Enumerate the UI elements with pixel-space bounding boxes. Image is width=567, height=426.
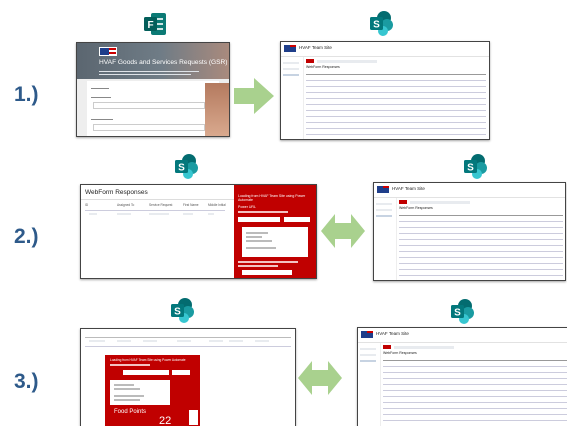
form-title: HVAF Goods and Services Requests (GSR) (99, 59, 228, 66)
sharepoint-icon: S (464, 154, 487, 179)
list-title: WebForm Responses (383, 351, 417, 355)
panel-heading: Loading from HVAF Team Site using Power … (110, 358, 186, 362)
forms-screenshot: HVAF Goods and Services Requests (GSR) (76, 42, 230, 137)
svg-text:S: S (174, 307, 181, 318)
step-label-1: 1.) (14, 83, 39, 106)
sharepoint-list-screenshot: HVAF Team Site WebForm Responses (373, 182, 566, 281)
sharepoint-icon: S (171, 298, 194, 323)
svg-text:S: S (467, 163, 474, 174)
webform-responses-title: WebForm Responses (85, 189, 148, 196)
step-label-2: 2.) (14, 225, 39, 248)
list-title: WebForm Responses (306, 65, 340, 69)
green-arrow-right (234, 78, 274, 114)
sharepoint-icon: S (451, 299, 474, 324)
sharepoint-list-screenshot: HVAF Team Site WebForm Responses (357, 327, 567, 426)
panel-heading: Loading from HVAF Team Site using Power … (238, 194, 306, 203)
site-title: HVAF Team Site (299, 45, 332, 50)
list-title: WebForm Responses (399, 206, 433, 210)
food-points-stepper (189, 410, 198, 425)
site-title: HVAF Team Site (392, 186, 425, 191)
column-header-service-request: Service Request (149, 203, 173, 207)
svg-text:S: S (373, 20, 380, 31)
food-points-screenshot: Loading from HVAF Team Site using Power … (80, 328, 296, 426)
power-automate-panel: Loading from HVAF Team Site using Power … (234, 185, 316, 278)
svg-text:S: S (178, 163, 185, 174)
svg-text:S: S (454, 308, 461, 319)
sharepoint-list-screenshot: HVAF Team Site WebForm Responses (280, 41, 490, 140)
sharepoint-icon: S (175, 154, 198, 179)
green-arrow-double (298, 361, 342, 395)
sharepoint-icon: S (370, 11, 393, 36)
column-header-middle-initial: Middle Initial (208, 203, 226, 207)
microsoft-forms-icon: F (144, 13, 166, 35)
power-url-label: Power URL (238, 205, 256, 209)
column-header-id: ID (85, 203, 89, 207)
svg-text:F: F (147, 20, 153, 31)
step-label-3: 3.) (14, 370, 39, 393)
green-arrow-double (321, 214, 365, 248)
food-points-label: Food Points (114, 409, 147, 415)
food-points-panel: Loading from HVAF Team Site using Power … (105, 355, 200, 426)
site-title: HVAF Team Site (376, 331, 409, 336)
column-header-assigned-to: Assigned To (117, 203, 135, 207)
column-header-first-name: First Name (183, 203, 199, 207)
webform-responses-screenshot: WebForm Responses ID Assigned To Service… (80, 184, 317, 279)
